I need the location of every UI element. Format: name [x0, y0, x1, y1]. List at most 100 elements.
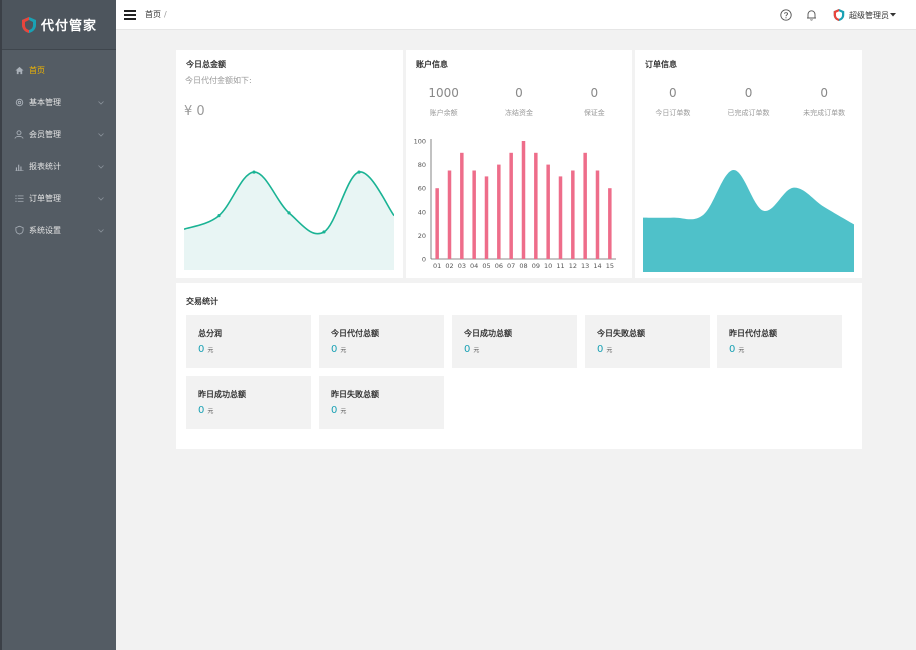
sidebar-item-home[interactable]: 首页: [2, 54, 116, 86]
bar: [447, 170, 452, 259]
users-icon: [14, 129, 24, 139]
area-series: [643, 169, 854, 272]
today-total-card: 今日总金额 今日代付金额如下: ¥ 0: [176, 50, 403, 278]
tile-yesterday-payout: 昨日代付总额 0元: [717, 315, 842, 368]
sidebar-item-label: 首页: [29, 65, 45, 75]
sidebar-item-basic-management[interactable]: 基本管理: [2, 86, 116, 118]
y-tick-label: 80: [418, 161, 426, 169]
line-point: [287, 211, 291, 215]
card-subtitle: 今日代付金额如下:: [185, 76, 252, 85]
stat-value: 0: [744, 86, 753, 100]
breadcrumb-home[interactable]: 首页: [145, 10, 161, 19]
stat-today-orders: 0 今日订单数: [635, 86, 711, 118]
x-tick-label: 04: [470, 262, 478, 270]
x-tick-label: 11: [556, 262, 564, 270]
today-amount: ¥ 0: [184, 104, 205, 119]
sidebar-item-order-management[interactable]: 订单管理: [2, 182, 116, 214]
x-tick-label: 15: [606, 262, 614, 270]
x-tick-label: 12: [569, 262, 577, 270]
shield-icon: [14, 225, 24, 235]
user-shield-icon: [833, 9, 845, 21]
sidebar-item-member-management[interactable]: 会员管理: [2, 118, 116, 150]
x-tick-label: 10: [544, 262, 552, 270]
bar: [571, 170, 575, 259]
card-title: 交易统计: [186, 297, 218, 306]
x-tick-label: 14: [593, 262, 601, 270]
bar: [608, 188, 612, 259]
user-name: 超级管理员: [849, 10, 889, 20]
tile-value: 0元: [198, 405, 214, 416]
sidebar-item-label: 系统设置: [29, 225, 61, 235]
sidebar-menu: 首页 基本管理 会员管理 报表统计 订单管理 系统设置: [2, 50, 116, 246]
x-tick-label: 13: [581, 262, 589, 270]
bar: [509, 152, 513, 259]
line-point: [322, 230, 326, 234]
y-tick-label: 0: [422, 256, 426, 264]
tile-label: 总分润: [198, 329, 222, 338]
stat-deposit: 0 保证金: [557, 86, 632, 118]
y-tick-label: 60: [418, 185, 426, 193]
bar-chart-icon: [14, 161, 24, 171]
chevron-down-icon: [98, 98, 104, 107]
bar: [558, 176, 563, 259]
stat-value: 0: [820, 86, 828, 100]
bar: [497, 164, 501, 259]
chevron-down-icon: [98, 162, 104, 171]
x-tick-label: 02: [445, 262, 453, 270]
list-icon: [14, 193, 24, 203]
tile-today-payout: 今日代付总额 0元: [319, 315, 444, 368]
stat-pending-orders: 0 未完成订单数: [786, 86, 862, 118]
chevron-down-icon: [98, 226, 104, 235]
breadcrumb-separator: /: [164, 10, 167, 19]
stat-balance: 1000 账户余额: [406, 86, 481, 118]
sidebar-item-label: 基本管理: [29, 97, 61, 107]
logo: 代付管家: [2, 0, 116, 50]
tile-yesterday-success: 昨日成功总额 0元: [186, 376, 311, 429]
user-menu[interactable]: 超级管理员: [833, 8, 896, 22]
line-point: [217, 214, 221, 218]
order-area-chart: [643, 169, 854, 272]
stat-completed-orders: 0 已完成订单数: [711, 86, 787, 118]
line-point: [252, 170, 256, 174]
card-title: 今日总金额: [186, 60, 226, 69]
x-tick-label: 01: [433, 262, 441, 270]
y-tick-label: 20: [418, 232, 426, 240]
sidebar-item-reports[interactable]: 报表统计: [2, 150, 116, 182]
stat-label: 未完成订单数: [803, 109, 846, 117]
x-tick-label: 03: [458, 262, 466, 270]
x-tick-label: 06: [495, 262, 503, 270]
tile-label: 今日代付总额: [331, 329, 379, 338]
sidebar-item-label: 订单管理: [29, 193, 61, 203]
chevron-down-icon: [98, 130, 104, 139]
today-line-chart: [184, 170, 394, 270]
help-icon[interactable]: [780, 9, 792, 21]
bar: [595, 170, 600, 259]
stat-value: 0: [515, 86, 523, 100]
x-tick-label: 08: [519, 262, 527, 270]
header-actions: 超级管理员: [766, 0, 896, 30]
sidebar-item-system-settings[interactable]: 系统设置: [2, 214, 116, 246]
menu-toggle-icon[interactable]: [124, 9, 136, 21]
stat-label: 账户余额: [429, 109, 458, 117]
tile-label: 昨日代付总额: [729, 329, 777, 338]
sidebar-item-label: 报表统计: [29, 161, 61, 171]
notification-bell-icon[interactable]: [806, 9, 817, 21]
bar: [534, 152, 538, 259]
bar: [435, 188, 439, 259]
x-tick-label: 09: [532, 262, 540, 270]
sidebar: 代付管家 首页 基本管理 会员管理 报表统计 订单管理 系统设置: [0, 0, 116, 650]
breadcrumb: 首页 /: [145, 9, 167, 20]
x-tick-label: 05: [482, 262, 490, 270]
tile-label: 今日失败总额: [597, 329, 645, 338]
top-header: 首页 / 超级管理员: [116, 0, 916, 30]
stat-value: 0: [669, 86, 677, 100]
trade-stats-card: 交易统计 总分润 0元 今日代付总额 0元 今日成功总额 0元 今日失败总额 0…: [176, 283, 862, 449]
stat-value: 1000: [428, 86, 459, 100]
tile-label: 昨日成功总额: [198, 390, 246, 399]
tile-value: 0元: [464, 344, 480, 355]
caret-down-icon: [890, 13, 896, 17]
x-tick-label: 07: [507, 262, 515, 270]
tile-value: 0元: [597, 344, 613, 355]
stat-label: 今日订单数: [655, 109, 691, 117]
tile-value: 0元: [198, 344, 214, 355]
